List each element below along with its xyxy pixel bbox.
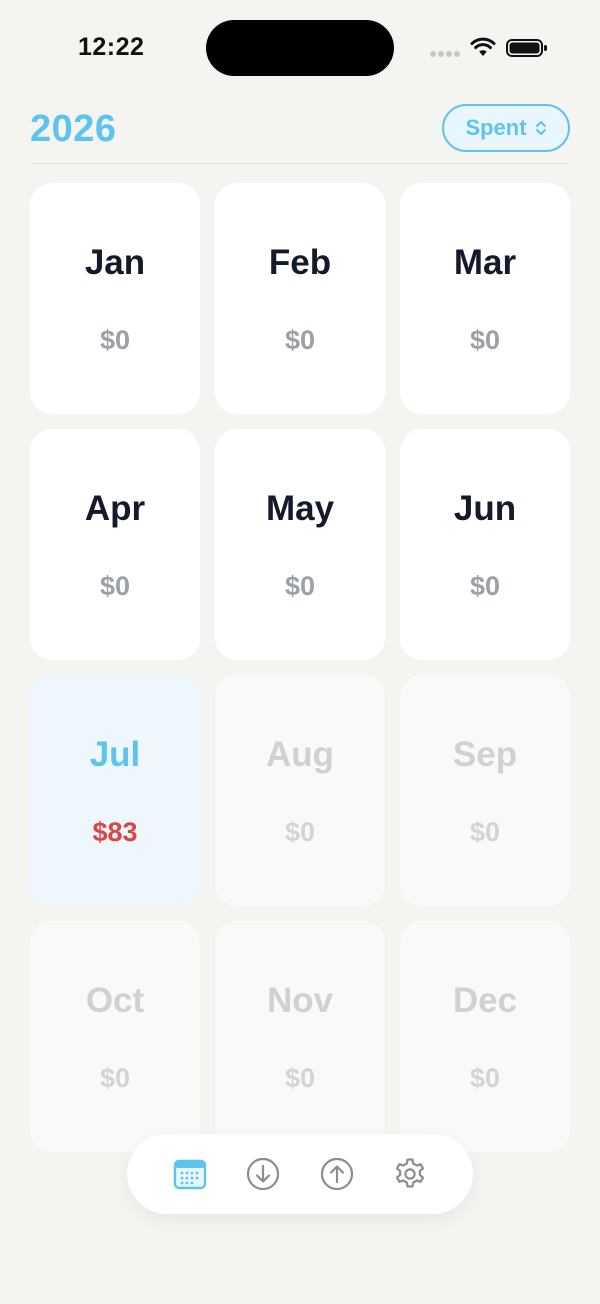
month-amount: $0 bbox=[469, 571, 501, 601]
chevron-updown-icon bbox=[535, 121, 546, 135]
arrow-up-circle-icon bbox=[320, 1157, 353, 1191]
app-screen: 12:22 2026 Spent Jan $0 Feb $0 Mar $0 Ap… bbox=[0, 0, 600, 1304]
month-card-jul[interactable]: Jul $83 bbox=[30, 675, 200, 906]
mode-picker-button[interactable]: Spent bbox=[442, 104, 570, 152]
tab-calendar[interactable] bbox=[166, 1150, 214, 1198]
month-name: Apr bbox=[84, 489, 146, 528]
month-card-feb[interactable]: Feb $0 bbox=[215, 183, 385, 414]
tab-settings[interactable] bbox=[386, 1150, 434, 1198]
month-name: Mar bbox=[453, 243, 517, 282]
month-card-sep[interactable]: Sep $0 bbox=[400, 675, 570, 906]
month-amount: $0 bbox=[99, 571, 131, 601]
month-name: Jul bbox=[89, 735, 141, 774]
gear-icon bbox=[396, 1158, 425, 1188]
month-amount: $0 bbox=[99, 325, 131, 355]
mode-picker-label: Spent bbox=[465, 115, 527, 140]
month-card-apr[interactable]: Apr $0 bbox=[30, 429, 200, 660]
month-name: Jan bbox=[84, 243, 146, 282]
month-amount: $0 bbox=[469, 1063, 501, 1093]
month-amount: $0 bbox=[99, 1063, 131, 1093]
tab-bar bbox=[127, 1134, 473, 1214]
month-name: May bbox=[265, 489, 335, 528]
status-time: 12:22 bbox=[78, 33, 145, 61]
month-name: Sep bbox=[452, 735, 518, 774]
month-card-jan[interactable]: Jan $0 bbox=[30, 183, 200, 414]
month-card-dec[interactable]: Dec $0 bbox=[400, 921, 570, 1152]
status-bar: 12:22 bbox=[0, 0, 600, 96]
header-divider bbox=[30, 163, 570, 164]
year-title[interactable]: 2026 bbox=[30, 108, 117, 151]
month-amount: $0 bbox=[284, 1063, 316, 1093]
month-grid: Jan $0 Feb $0 Mar $0 Apr $0 May $0 Jun $… bbox=[30, 183, 570, 1152]
arrow-down-circle-icon bbox=[247, 1157, 280, 1191]
month-name: Dec bbox=[452, 981, 518, 1020]
month-amount: $0 bbox=[469, 817, 501, 847]
signal-icon bbox=[430, 51, 460, 59]
month-card-aug[interactable]: Aug $0 bbox=[215, 675, 385, 906]
month-name: Nov bbox=[266, 981, 334, 1020]
tab-expenses[interactable] bbox=[313, 1150, 361, 1198]
month-amount: $0 bbox=[284, 325, 316, 355]
month-card-oct[interactable]: Oct $0 bbox=[30, 921, 200, 1152]
month-card-jun[interactable]: Jun $0 bbox=[400, 429, 570, 660]
header: 2026 Spent bbox=[30, 104, 570, 154]
month-name: Jun bbox=[453, 489, 517, 528]
month-card-may[interactable]: May $0 bbox=[215, 429, 385, 660]
month-card-mar[interactable]: Mar $0 bbox=[400, 183, 570, 414]
wifi-icon bbox=[470, 37, 496, 56]
tab-income[interactable] bbox=[239, 1150, 287, 1198]
calendar-icon bbox=[173, 1159, 206, 1190]
battery-icon bbox=[506, 39, 547, 57]
month-card-nov[interactable]: Nov $0 bbox=[215, 921, 385, 1152]
month-name: Feb bbox=[268, 243, 332, 282]
month-name: Oct bbox=[85, 981, 145, 1020]
month-name: Aug bbox=[265, 735, 335, 774]
month-amount: $0 bbox=[284, 571, 316, 601]
month-amount: $83 bbox=[92, 817, 138, 847]
month-amount: $0 bbox=[284, 817, 316, 847]
dynamic-island bbox=[206, 20, 394, 76]
month-amount: $0 bbox=[469, 325, 501, 355]
